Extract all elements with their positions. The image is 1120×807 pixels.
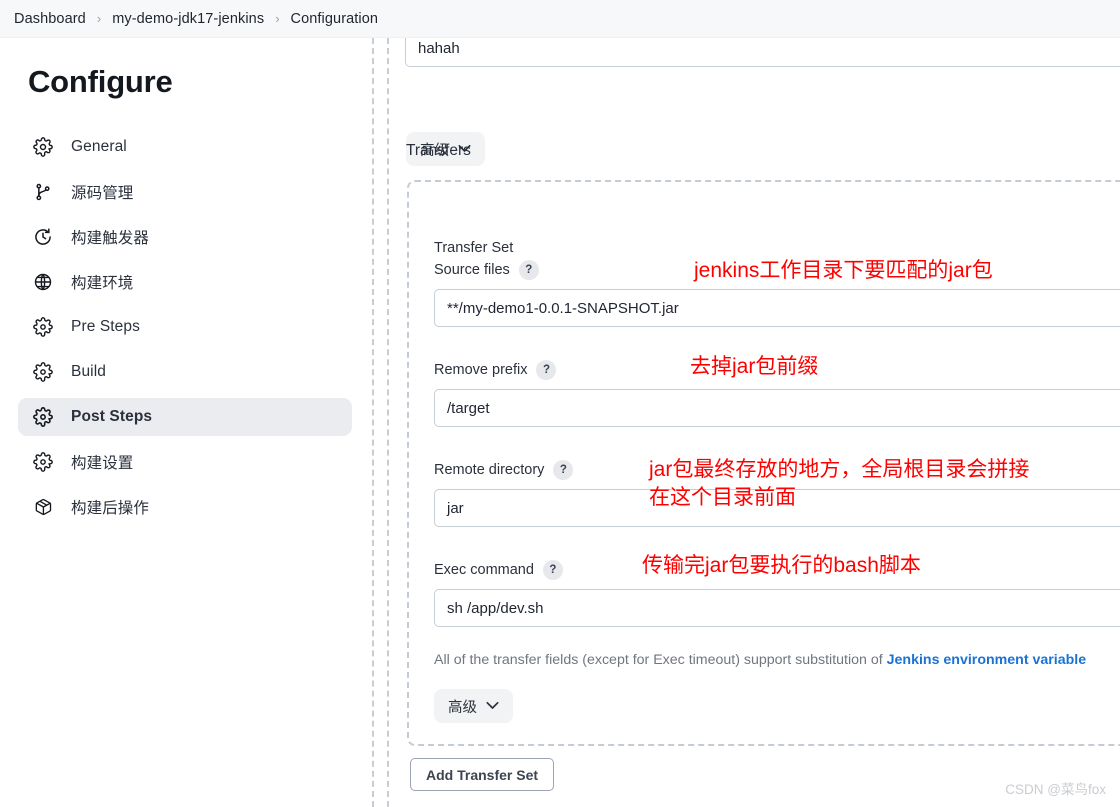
transfer-set-title: Transfer Set bbox=[434, 240, 514, 256]
source-files-input[interactable]: **/my-demo1-0.0.1-SNAPSHOT.jar bbox=[434, 289, 1120, 327]
sidebar-item-label: Pre Steps bbox=[71, 318, 140, 335]
add-transfer-set-button[interactable]: Add Transfer Set bbox=[410, 758, 555, 791]
breadcrumb-item-dashboard[interactable]: Dashboard bbox=[14, 11, 86, 27]
gear-icon bbox=[32, 361, 54, 383]
gear-icon bbox=[32, 406, 54, 428]
sidebar-item-label: General bbox=[71, 138, 127, 155]
field-label: Exec command ? bbox=[434, 560, 1120, 580]
guide-rail-inner bbox=[387, 38, 389, 807]
sidebar-item-build-triggers[interactable]: 构建触发器 bbox=[18, 218, 352, 256]
sidebar-item-pre-steps[interactable]: Pre Steps bbox=[18, 308, 352, 346]
sidebar-item-label: Build bbox=[71, 363, 106, 380]
help-icon[interactable]: ? bbox=[536, 360, 557, 380]
advanced-button-transfer-set[interactable]: 高级 bbox=[434, 689, 513, 723]
field-label-text: Remove prefix bbox=[434, 362, 528, 378]
advanced-button-label: 高级 bbox=[448, 699, 477, 716]
breadcrumb: Dashboard › my-demo-jdk17-jenkins › Conf… bbox=[0, 0, 1120, 38]
field-remove-prefix: Remove prefix ? /target bbox=[434, 360, 1120, 427]
chevron-right-icon: › bbox=[275, 11, 280, 26]
field-label: Remote directory ? bbox=[434, 460, 1120, 480]
gear-icon bbox=[32, 136, 54, 158]
guide-rail-outer bbox=[372, 38, 374, 807]
clock-icon bbox=[32, 226, 54, 248]
sidebar-item-build[interactable]: Build bbox=[18, 353, 352, 391]
name-input[interactable]: hahah bbox=[405, 38, 1120, 67]
sidebar-item-label: 源码管理 bbox=[71, 185, 134, 202]
breadcrumb-item-job[interactable]: my-demo-jdk17-jenkins bbox=[112, 11, 264, 27]
sidebar-item-label: 构建设置 bbox=[71, 455, 134, 472]
globe-icon bbox=[32, 271, 54, 293]
substitution-hint-text: All of the transfer fields (except for E… bbox=[434, 652, 887, 668]
sidebar: Configure General 源码管理 构建触发器 构建环境 Pre St… bbox=[0, 38, 370, 807]
field-label-text: Source files bbox=[434, 262, 510, 278]
exec-command-input[interactable]: sh /app/dev.sh bbox=[434, 589, 1120, 627]
watermark: CSDN @菜鸟fox bbox=[1005, 782, 1106, 797]
sidebar-item-label: 构建环境 bbox=[71, 275, 134, 292]
help-icon[interactable]: ? bbox=[553, 460, 574, 480]
sidebar-item-general[interactable]: General bbox=[18, 128, 352, 166]
gear-icon bbox=[32, 451, 54, 473]
main-content: hahah 高级 Transfers Transfer Set Source f… bbox=[398, 38, 1120, 807]
sidebar-nav: General 源码管理 构建触发器 构建环境 Pre Steps Build … bbox=[0, 128, 370, 526]
chevron-right-icon: › bbox=[96, 11, 102, 26]
field-label: Remove prefix ? bbox=[434, 360, 1120, 380]
help-icon[interactable]: ? bbox=[542, 560, 563, 580]
branch-icon bbox=[32, 181, 54, 203]
field-label: Source files ? bbox=[434, 260, 1120, 280]
field-label-text: Remote directory bbox=[434, 462, 545, 478]
gear-icon bbox=[32, 316, 54, 338]
sidebar-item-post-steps[interactable]: Post Steps bbox=[18, 398, 352, 436]
jenkins-environment-variable-link[interactable]: Jenkins environment variable bbox=[887, 652, 1087, 668]
sidebar-item-source-control[interactable]: 源码管理 bbox=[18, 173, 352, 211]
package-icon bbox=[32, 496, 54, 518]
page-title: Configure bbox=[28, 64, 173, 99]
help-icon[interactable]: ? bbox=[518, 260, 539, 280]
sidebar-item-build-settings[interactable]: 构建设置 bbox=[18, 443, 352, 481]
remote-directory-input[interactable]: jar bbox=[434, 489, 1120, 527]
field-remote-directory: Remote directory ? jar bbox=[434, 460, 1120, 527]
breadcrumb-item-configuration[interactable]: Configuration bbox=[291, 11, 379, 27]
sidebar-item-label: 构建后操作 bbox=[71, 500, 150, 517]
field-label-text: Exec command bbox=[434, 562, 534, 578]
sidebar-item-label: 构建触发器 bbox=[71, 230, 150, 247]
field-source-files: Source files ? **/my-demo1-0.0.1-SNAPSHO… bbox=[434, 260, 1120, 327]
remove-prefix-input[interactable]: /target bbox=[434, 389, 1120, 427]
chevron-down-icon bbox=[486, 698, 499, 714]
transfer-set-panel: Transfer Set Source files ? **/my-demo1-… bbox=[407, 180, 1120, 746]
sidebar-item-label: Post Steps bbox=[71, 408, 153, 425]
sidebar-item-build-environment[interactable]: 构建环境 bbox=[18, 263, 352, 301]
field-exec-command: Exec command ? sh /app/dev.sh bbox=[434, 560, 1120, 627]
transfers-section-label: Transfers bbox=[406, 142, 471, 159]
sidebar-item-post-build-actions[interactable]: 构建后操作 bbox=[18, 488, 352, 526]
substitution-hint: All of the transfer fields (except for E… bbox=[434, 652, 1086, 668]
